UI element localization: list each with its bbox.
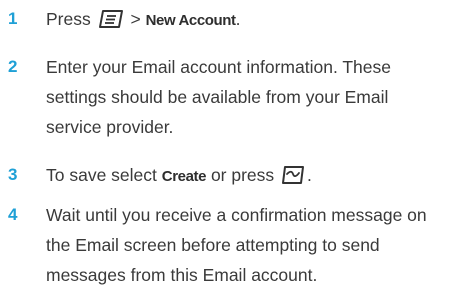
step-text-line: Enter your Email account information. Th… — [46, 57, 391, 77]
step-text-separator: > — [130, 9, 141, 29]
step-number: 3 — [8, 165, 18, 184]
step-text-line: settings should be available from your E… — [46, 87, 389, 107]
step-text: Press > New Account. — [46, 4, 458, 36]
step-text-line: Wait until you receive a confirmation me… — [46, 205, 427, 225]
step-text-part: or press — [210, 165, 275, 185]
step-text-part: Press — [46, 9, 91, 29]
step-text-line: messages from this Email account. — [46, 265, 318, 285]
menu-key-icon — [98, 9, 124, 29]
step-4: 4 Wait until you receive a confirmation … — [0, 200, 466, 292]
step-text-line: the Email screen before attempting to se… — [46, 235, 380, 255]
center-select-key-icon — [281, 165, 305, 185]
step-2: 2 Enter your Email account information. … — [0, 52, 466, 144]
menu-option-new-account: New Account — [145, 12, 236, 29]
step-number: 2 — [8, 57, 18, 76]
step-text-period: . — [307, 165, 312, 185]
softkey-label-create: Create — [161, 168, 207, 185]
step-text-part: To save select — [46, 165, 157, 185]
step-text: Enter your Email account information. Th… — [46, 52, 458, 142]
step-1: 1 Press > New Account. — [0, 4, 466, 34]
step-text: To save select Create or press . — [46, 160, 458, 192]
step-text: Wait until you receive a confirmation me… — [46, 200, 458, 290]
step-number: 4 — [8, 205, 18, 224]
step-3: 3 To save select Create or press . — [0, 160, 466, 190]
instruction-steps: 1 Press > New Account. 2 Enter your Emai… — [0, 0, 466, 289]
step-text-line: service provider. — [46, 117, 174, 137]
step-text-period: . — [235, 9, 241, 29]
step-number: 1 — [8, 9, 18, 28]
